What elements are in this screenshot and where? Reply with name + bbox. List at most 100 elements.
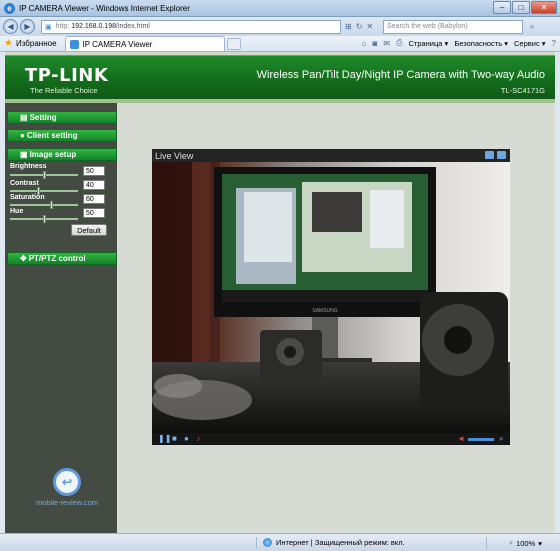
tplink-logo: TP-LINK xyxy=(25,65,109,86)
window-titlebar: e IP CAMERA Viewer - Windows Internet Ex… xyxy=(0,0,560,17)
logo-tagline: The Reliable Choice xyxy=(30,86,98,95)
camera-title: Wireless Pan/Tilt Day/Night IP Camera wi… xyxy=(256,69,545,81)
forward-button[interactable]: ▶ xyxy=(20,19,35,34)
live-view-header: Live View xyxy=(152,149,510,162)
saturation-slider[interactable] xyxy=(10,201,78,209)
document-icon: ▤ xyxy=(20,113,28,122)
saturation-input[interactable]: 60 xyxy=(83,194,105,204)
contrast-label: Contrast xyxy=(10,180,39,187)
search-icon[interactable]: ⌕ xyxy=(525,20,539,34)
microphone-icon[interactable]: ♪ xyxy=(196,435,204,443)
brightness-input[interactable]: 50 xyxy=(83,166,105,176)
home-icon[interactable]: ⌂ xyxy=(362,39,367,48)
image-icon: ▣ xyxy=(20,150,28,159)
stop-icon[interactable]: ✕ xyxy=(366,22,373,31)
help-icon[interactable]: ? xyxy=(552,39,556,48)
page-menu[interactable]: Страница ▾ xyxy=(408,39,448,48)
saturation-label: Saturation xyxy=(10,194,45,201)
monitor-brand: SAMSUNG xyxy=(312,308,337,314)
status-divider xyxy=(486,537,487,549)
tab-title: IP CAMERA Viewer xyxy=(82,39,153,49)
safety-menu[interactable]: Безопасность ▾ xyxy=(454,39,508,48)
refresh-icon[interactable]: ↻ xyxy=(356,22,363,31)
watermark-logo-icon: ↩ xyxy=(53,468,81,496)
menu-setting[interactable]: ▤ Setting xyxy=(7,111,117,124)
record-icon[interactable]: ● xyxy=(184,435,192,443)
menu-client-setting[interactable]: ● Client setting xyxy=(7,129,117,142)
globe-icon xyxy=(263,538,272,547)
maximize-button[interactable]: □ xyxy=(512,1,530,14)
tools-menu[interactable]: Сервис ▾ xyxy=(514,39,546,48)
chevron-down-icon: ▾ xyxy=(538,538,542,548)
zoom-control[interactable]: ⌕ 100% ▾ xyxy=(509,538,542,548)
live-video[interactable]: SAMSUNG xyxy=(152,162,510,433)
image-setup-panel: Brightness 50 Contrast 40 Saturation 60 … xyxy=(7,161,117,241)
hue-slider[interactable] xyxy=(10,215,78,223)
stop-video-icon[interactable]: ■ xyxy=(172,435,180,443)
ie-logo-icon: e xyxy=(4,2,15,14)
pause-icon[interactable]: ❚❚ xyxy=(158,435,171,443)
hue-input[interactable]: 50 xyxy=(83,208,105,218)
security-zone: Интернет | Защищенный режим: вкл. xyxy=(263,538,405,547)
address-host: 192.168.0.198 xyxy=(71,23,117,30)
address-toolbar: ◀ ▶ ▣ http: 192.168.0.198 /index.html ⊞ … xyxy=(0,17,560,36)
mail-icon[interactable]: ✉ xyxy=(383,39,390,48)
brightness-slider[interactable] xyxy=(10,171,78,179)
users-icon: ● xyxy=(20,131,25,140)
address-actions: ⊞ ↻ ✕ xyxy=(345,22,373,31)
menu-ptz-label: PT/PTZ control xyxy=(28,254,86,263)
video-controls: ❚❚ ■ ● ♪ ◄ ⌕ xyxy=(152,433,510,445)
live-view-actions xyxy=(485,151,506,159)
watermark: ↩ mobile-review.com xyxy=(27,468,107,507)
favorites-label: Избранное xyxy=(15,39,57,48)
search-input[interactable]: Search the web (Babylon) xyxy=(383,19,524,34)
favorites-star-icon: ★ xyxy=(4,38,13,49)
zone-text: Интернет | Защищенный режим: вкл. xyxy=(276,538,405,547)
zoom-level: 100% xyxy=(516,538,536,548)
watermark-text: mobile-review.com xyxy=(35,498,99,507)
command-bar: ⌂ ◙ ✉ ⎙ Страница ▾ Безопасность ▾ Сервис… xyxy=(362,38,556,48)
minimize-button[interactable]: – xyxy=(493,1,511,14)
menu-ptz-control[interactable]: ✥ PT/PTZ control xyxy=(7,252,117,265)
compatibility-icon[interactable]: ⊞ xyxy=(345,22,352,31)
slider-knob[interactable] xyxy=(43,171,46,179)
back-button[interactable]: ◀ xyxy=(3,19,18,34)
video-frame: SAMSUNG xyxy=(152,162,510,433)
menu-client-setting-label: Client setting xyxy=(26,131,78,140)
mute-icon[interactable]: ◄ xyxy=(457,435,465,443)
close-button[interactable]: ✕ xyxy=(531,1,557,14)
menu-image-setup[interactable]: ▣ Image setup xyxy=(7,148,117,161)
snapshot-icon[interactable] xyxy=(485,151,494,159)
tab-ip-camera[interactable]: IP CAMERA Viewer xyxy=(64,36,225,51)
sidebar: ▤ Setting ● Client setting ▣ Image setup… xyxy=(5,103,117,533)
feeds-icon[interactable]: ◙ xyxy=(373,39,378,48)
live-view-title: Live View xyxy=(155,150,194,161)
tab-page-icon xyxy=(69,39,79,49)
tab-toolbar: ★ Избранное IP CAMERA Viewer ⌂ ◙ ✉ ⎙ Стр… xyxy=(0,36,560,52)
slider-knob[interactable] xyxy=(43,215,46,223)
window-title: IP CAMERA Viewer - Windows Internet Expl… xyxy=(19,3,190,13)
page-icon: ▣ xyxy=(45,23,52,31)
favorites-button[interactable]: ★ Избранное xyxy=(0,38,57,49)
magnifier-icon: ⌕ xyxy=(508,538,514,547)
address-bar[interactable]: ▣ http: 192.168.0.198 /index.html xyxy=(41,19,341,34)
fullscreen-icon[interactable] xyxy=(497,151,506,159)
brightness-label: Brightness xyxy=(10,163,47,170)
hue-label: Hue xyxy=(10,208,24,215)
contrast-slider[interactable] xyxy=(10,187,78,195)
menu-image-setup-label: Image setup xyxy=(29,150,77,159)
camera-model: TL-SC4171G xyxy=(500,86,545,95)
new-tab-button[interactable] xyxy=(226,37,241,50)
status-bar: Интернет | Защищенный режим: вкл. ⌕ 100%… xyxy=(0,533,560,551)
address-protocol: http: xyxy=(55,23,70,30)
header-banner: TP-LINK The Reliable Choice Wireless Pan… xyxy=(5,55,555,99)
default-button[interactable]: Default xyxy=(71,224,107,236)
menu-setting-label: Setting xyxy=(29,113,57,122)
volume-slider[interactable] xyxy=(468,438,494,441)
contrast-input[interactable]: 40 xyxy=(83,180,105,190)
print-icon[interactable]: ⎙ xyxy=(396,38,402,48)
window-controls: – □ ✕ xyxy=(493,1,557,14)
status-divider xyxy=(256,537,257,549)
address-path: /index.html xyxy=(116,23,150,30)
zoom-icon[interactable]: ⌕ xyxy=(499,435,507,443)
